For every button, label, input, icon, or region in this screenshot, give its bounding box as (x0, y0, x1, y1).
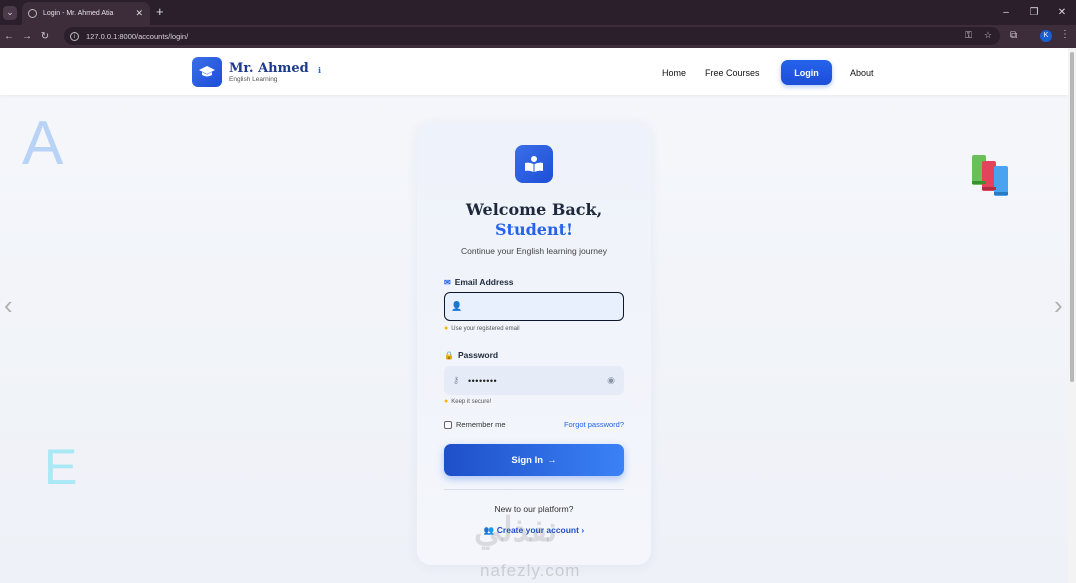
nav-about-link[interactable]: About (850, 61, 874, 85)
page-scrollbar[interactable] (1068, 48, 1076, 583)
lightbulb-icon: ● (444, 325, 449, 332)
envelope-icon: ✉ (444, 277, 451, 287)
email-hint-text: Use your registered email (451, 325, 520, 332)
nav-home-link[interactable]: Home (662, 61, 686, 85)
address-bar[interactable]: i 127.0.0.1:8000/accounts/login/ ⚿ ☆ (64, 27, 1000, 45)
chevron-right-icon: › (581, 525, 585, 535)
carousel-next-icon[interactable]: › (1054, 290, 1063, 321)
tab-title: Login - Mr. Ahmed Atia (43, 10, 114, 17)
window-controls: – ❐ ✕ (992, 0, 1076, 25)
remember-label: Remember me (456, 420, 506, 429)
carousel-prev-icon[interactable]: ‹ (4, 290, 13, 321)
forgot-password-link[interactable]: Forgot password? (564, 420, 624, 429)
password-key-icon[interactable]: ⚿ (965, 30, 972, 41)
decorative-letter-e: E (44, 439, 78, 495)
password-hint-text: Keep it secure! (451, 398, 492, 405)
new-tab-button[interactable]: + (156, 4, 164, 19)
remember-me[interactable]: Remember me (444, 420, 506, 429)
password-label-text: Password (457, 350, 499, 360)
books-icon (972, 155, 1008, 196)
book-reader-icon (515, 145, 553, 183)
bookmark-star-icon[interactable]: ☆ (984, 30, 992, 41)
back-button[interactable]: ← (0, 31, 18, 42)
restore-button[interactable]: ❐ (1020, 0, 1048, 25)
brand-mark-icon: ℹ (318, 66, 322, 75)
reload-button[interactable]: ↻ (36, 31, 54, 42)
site-navbar: Mr. Ahmed English Learning ℹ Home Free C… (0, 48, 1068, 95)
decorative-letter-a: A (22, 109, 64, 178)
welcome-title-highlight: Student! (495, 220, 573, 239)
site-info-icon[interactable]: i (70, 31, 79, 41)
login-card: Welcome Back, Student! Continue your Eng… (417, 122, 651, 565)
browser-tab[interactable]: Login - Mr. Ahmed Atia ✕ (22, 2, 150, 25)
lock-icon: 🔒 (444, 350, 454, 360)
watermark-arabic: نفذلي (474, 511, 558, 549)
password-field[interactable]: ⚷ •••••••• ◉ (444, 366, 624, 395)
password-hint: ● Keep it secure! (444, 398, 491, 405)
nav-free-courses-link[interactable]: Free Courses (705, 61, 760, 85)
email-label: ✉ Email Address (444, 277, 513, 287)
watermark-latin: nafezly.com (480, 561, 581, 580)
lightbulb-icon: ● (444, 398, 449, 405)
welcome-title: Welcome Back, (465, 200, 603, 219)
remember-checkbox[interactable] (444, 420, 452, 429)
scrollbar-thumb[interactable] (1070, 52, 1074, 382)
sign-in-button[interactable]: Sign In → (444, 444, 624, 476)
url-text: 127.0.0.1:8000/accounts/login/ (86, 31, 189, 41)
key-icon: ⚷ (452, 375, 460, 385)
divider (444, 489, 624, 490)
eye-icon[interactable]: ◉ (607, 375, 615, 386)
user-icon: 👤 (451, 301, 463, 311)
globe-icon (28, 9, 37, 18)
password-label: 🔒 Password (444, 350, 498, 360)
brand-name[interactable]: Mr. Ahmed (229, 61, 309, 76)
tab-search-button[interactable]: ⌄ (3, 5, 17, 20)
minimize-button[interactable]: – (992, 0, 1020, 25)
login-subtitle: Continue your English learning journey (460, 246, 607, 256)
extensions-icon[interactable]: ⧉ (1010, 30, 1017, 41)
forward-button[interactable]: → (18, 31, 36, 42)
email-label-text: Email Address (454, 277, 514, 287)
password-value: •••••••• (468, 375, 498, 386)
email-hint: ● Use your registered email (444, 325, 520, 332)
nav-login-button[interactable]: Login (781, 60, 832, 85)
browser-menu-icon[interactable]: ⋮ (1060, 29, 1070, 40)
profile-avatar[interactable]: K (1040, 30, 1052, 42)
arrow-right-icon: → (547, 454, 557, 466)
brand-subtitle: English Learning (229, 76, 278, 83)
graduation-cap-icon[interactable] (192, 57, 222, 87)
browser-tab-bar: ⌄ Login - Mr. Ahmed Atia ✕ + – ❐ ✕ (0, 0, 1076, 25)
page-content: Mr. Ahmed English Learning ℹ Home Free C… (0, 48, 1068, 583)
close-window-button[interactable]: ✕ (1048, 0, 1076, 25)
browser-toolbar: ← → ↻ i 127.0.0.1:8000/accounts/login/ ⚿… (0, 25, 1076, 48)
email-field[interactable]: 👤 (444, 292, 624, 321)
close-tab-icon[interactable]: ✕ (135, 8, 143, 19)
sign-in-label: Sign In (511, 454, 544, 466)
